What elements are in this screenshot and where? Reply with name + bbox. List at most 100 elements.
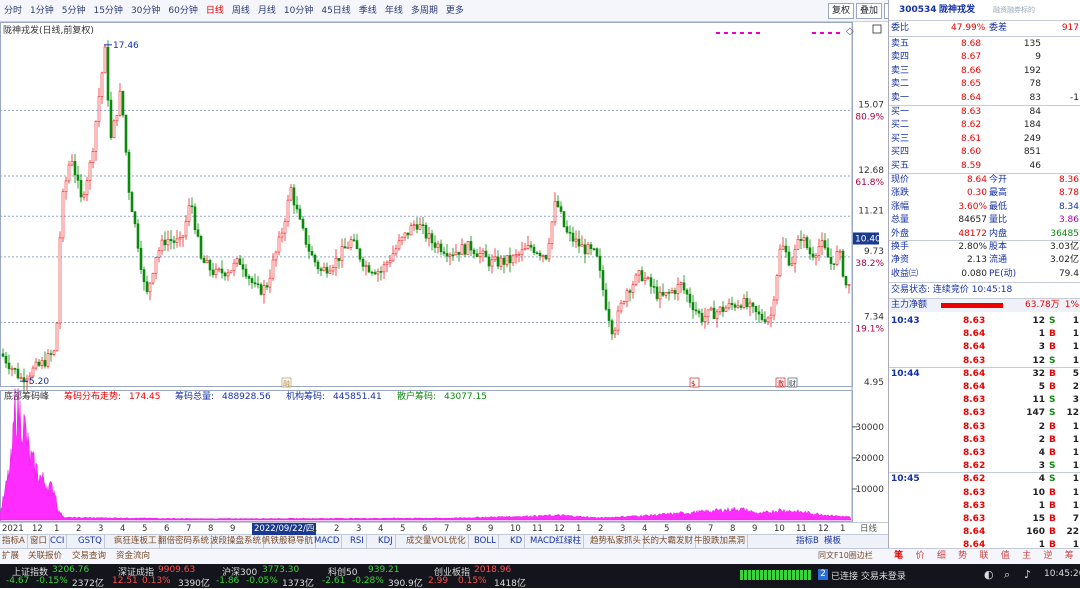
toolbar-button-1[interactable]: 叠加: [856, 2, 883, 19]
period-1[interactable]: 1分钟: [26, 0, 58, 22]
right-tab-5[interactable]: 值: [995, 549, 1016, 564]
period-14[interactable]: 更多: [442, 0, 468, 22]
indicator-tab-12[interactable]: BOLL: [474, 535, 499, 548]
indicator-tab-1[interactable]: 窗口: [30, 535, 51, 548]
right-tab-2[interactable]: 细: [931, 549, 952, 564]
kline-chart[interactable]: 15.07 12.68 11.21 9.73 7.34 4.95 80.9% 61.8% 38.…: [0, 22, 888, 522]
candle-body: [643, 277, 647, 282]
bid-price: 8.60: [961, 147, 982, 158]
indicator-tab-4[interactable]: 疯狂连板工: [114, 535, 160, 548]
indicator-tab-15[interactable]: 趋势私家抓头: [590, 535, 645, 548]
indicator-tab-10[interactable]: KDJ: [378, 535, 396, 548]
template-tab[interactable]: 模板: [824, 535, 841, 548]
candle-body: [625, 290, 629, 302]
mini-bar[interactable]: 同文F10圈边栏: [818, 548, 888, 564]
candle-body: [673, 290, 677, 294]
indicator-tab-3[interactable]: GSTQ: [78, 535, 105, 548]
candle-body: [706, 309, 710, 318]
candle-body: [304, 227, 308, 245]
period-13[interactable]: 多周期: [407, 0, 442, 22]
candle-body: [769, 314, 773, 319]
search-icon[interactable]: ⌕: [1004, 568, 1010, 582]
x-tick: 4: [642, 524, 648, 534]
candle-body: [766, 317, 770, 323]
candle-body: [268, 277, 272, 288]
y-tick: 15.07: [858, 100, 884, 110]
period-2[interactable]: 5分钟: [58, 0, 90, 22]
right-tab-8[interactable]: 筹: [1059, 549, 1080, 564]
theme-icon[interactable]: ◐: [984, 568, 994, 581]
indicator-tab-9[interactable]: RSI: [350, 535, 367, 548]
candle-body: [439, 243, 443, 253]
tick-count: 1: [1072, 342, 1079, 353]
index-pct: 0.13%: [142, 576, 171, 586]
right-tab-1[interactable]: 价: [909, 549, 930, 564]
period-5[interactable]: 60分钟: [164, 0, 201, 22]
indicator-tab-16[interactable]: 长的大霸发财: [642, 535, 697, 548]
period-10[interactable]: 45日线: [317, 0, 354, 22]
candle-body: [490, 259, 494, 267]
indicator-tab-6[interactable]: 波段操盘系统: [210, 535, 265, 548]
indicator-tab-0[interactable]: 指标A: [2, 535, 28, 548]
tick-volume: 3: [1038, 342, 1045, 353]
indicator-tab-7[interactable]: 帆铁般稳导航: [262, 535, 317, 548]
conn-status[interactable]: 已连接 交易未登录: [831, 569, 906, 582]
bell-icon[interactable]: ♪: [1024, 568, 1031, 581]
candle-body: [730, 302, 734, 306]
period-9[interactable]: 10分钟: [280, 0, 317, 22]
candle-body: [121, 90, 125, 116]
quote-row: 涨幅 3.60% 最低 8.34: [889, 201, 1080, 214]
indicator-tab-2[interactable]: CCI: [50, 535, 68, 548]
ext-tab-1[interactable]: 关联报价: [28, 549, 62, 564]
indicator-b-tab[interactable]: 指标B: [796, 535, 819, 548]
x-tick: 11: [532, 524, 543, 534]
candle-body: [658, 291, 662, 300]
period-11[interactable]: 季线: [355, 0, 381, 22]
quote-row: 卖五 8.68 135: [889, 38, 1080, 51]
y-tick: 4.95: [864, 378, 884, 388]
toolbar-button-0[interactable]: 复权: [828, 2, 855, 19]
indicator-tab-17[interactable]: 牛股跌加黑洞: [694, 535, 749, 548]
bid-price: 8.62: [961, 120, 982, 131]
ext-tab-2[interactable]: 交易查询: [72, 549, 106, 564]
period-3[interactable]: 15分钟: [89, 0, 126, 22]
stat-value-2: 36485: [1050, 228, 1079, 239]
period-7[interactable]: 周线: [228, 0, 254, 22]
right-tab-7[interactable]: 逆: [1037, 549, 1058, 564]
ext-tab-3[interactable]: 资金流向: [116, 549, 150, 564]
index-change: -1.86: [216, 576, 240, 586]
candle-body: [94, 120, 98, 152]
indicator-tab-13[interactable]: KD: [510, 535, 526, 548]
quote-row: 卖一 8.64 83 -1: [889, 92, 1080, 105]
ext-tab-0[interactable]: 扩展: [2, 549, 19, 564]
period-4[interactable]: 30分钟: [127, 0, 164, 22]
diamond-icon[interactable]: ◇: [846, 26, 854, 37]
candle-body: [232, 262, 236, 272]
window-icon[interactable]: [872, 24, 882, 34]
right-tab-3[interactable]: 势: [952, 549, 973, 564]
candle-body: [556, 201, 560, 207]
tick-volume: 2: [1038, 421, 1045, 432]
tick-price: 8.63: [963, 487, 986, 498]
quote-row: 主力净额 63.78万 1%: [889, 299, 1080, 312]
right-tab-6[interactable]: 主: [1016, 549, 1037, 564]
candle-body: [34, 361, 38, 369]
indicator-tab-14[interactable]: MACD红绿柱: [530, 535, 584, 548]
candle-body: [514, 254, 518, 257]
period-12[interactable]: 年线: [381, 0, 407, 22]
tick-price: 8.64: [963, 382, 986, 392]
right-tab-4[interactable]: 联: [973, 549, 994, 564]
candle-body: [664, 291, 668, 296]
candle-body: [832, 263, 836, 265]
quote-row: 买二 8.62 184: [889, 119, 1080, 132]
candle-body: [169, 238, 173, 242]
period-0[interactable]: 分时: [0, 0, 26, 22]
indicator-tab-11[interactable]: 成交量VOL优化: [406, 535, 469, 548]
indicator-tab-8[interactable]: MACD: [314, 535, 343, 548]
indicator-tab-5[interactable]: 翻倍密码系统: [158, 535, 213, 548]
candle-body: [805, 237, 809, 249]
right-tab-0[interactable]: 笔: [888, 549, 909, 564]
period-6[interactable]: 日线: [202, 0, 228, 22]
period-8[interactable]: 月线: [254, 0, 280, 22]
x-tick: 2: [598, 524, 604, 534]
